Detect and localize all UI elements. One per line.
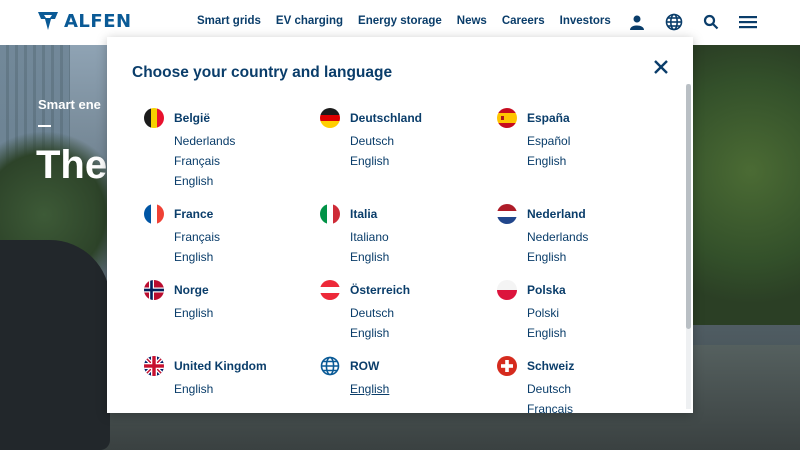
car-image [0,240,110,450]
language-link[interactable]: English [527,151,667,171]
alfen-logo[interactable]: ALFEN [37,10,132,32]
country-osterreich-header[interactable]: Österreich [320,280,490,300]
country-norge-header[interactable]: Norge [144,280,314,300]
country-espana-header[interactable]: España [497,108,667,128]
country-italia: Italia Italiano English [320,204,490,267]
poland-flag-icon [497,280,517,300]
nav-careers[interactable]: Careers [502,15,545,27]
country-osterreich: Österreich Deutsch English [320,280,490,343]
language-link[interactable]: Polski [527,303,667,323]
country-polska-header[interactable]: Polska [497,280,667,300]
country-name: Nederland [527,207,586,221]
language-link[interactable]: English [174,303,314,323]
austria-flag-icon [320,280,340,300]
language-link[interactable]: Français [527,399,667,413]
nav-news[interactable]: News [457,15,487,27]
country-deutschland-header[interactable]: Deutschland [320,108,490,128]
country-name: Polska [527,283,566,297]
language-link[interactable]: Español [527,131,667,151]
hero-divider [38,125,51,127]
search-icon[interactable] [701,12,721,32]
language-link[interactable]: English [174,379,314,399]
nav-investors[interactable]: Investors [560,15,611,27]
belgium-flag-icon [144,108,164,128]
language-link[interactable]: Français [174,151,314,171]
language-link[interactable]: Deutsch [350,131,490,151]
country-name: Österreich [350,283,411,297]
language-link[interactable]: Nederlands [527,227,667,247]
country-name: Norge [174,283,209,297]
country-norge: Norge English [144,280,314,323]
country-schweiz-header[interactable]: Schweiz [497,356,667,376]
header-icons [627,12,758,32]
country-deutschland: Deutschland Deutsch English [320,108,490,171]
country-row: ROW English [320,356,490,399]
country-name: Deutschland [350,111,423,125]
france-flag-icon [144,204,164,224]
spain-flag-icon [497,108,517,128]
nav-smart-grids[interactable]: Smart grids [197,15,261,27]
language-link[interactable]: Deutsch [527,379,667,399]
switzerland-flag-icon [497,356,517,376]
country-language-modal: Choose your country and language België … [107,37,693,413]
country-schweiz: Schweiz Deutsch Français [497,356,667,413]
language-link[interactable]: English [174,171,314,191]
country-france: France Français English [144,204,314,267]
main-nav: Smart grids EV charging Energy storage N… [197,15,611,27]
globe-icon [320,356,340,376]
country-nederland-header[interactable]: Nederland [497,204,667,224]
country-nederland: Nederland Nederlands English [497,204,667,267]
norway-flag-icon [144,280,164,300]
country-espana: España Español English [497,108,667,171]
language-link[interactable]: English [174,247,314,267]
nav-ev-charging[interactable]: EV charging [276,15,343,27]
country-name: België [174,111,211,125]
language-link[interactable]: English [350,323,490,343]
country-name: Italia [350,207,378,221]
uk-flag-icon [144,356,164,376]
language-link[interactable]: Italiano [350,227,490,247]
country-name: United Kingdom [174,359,267,373]
modal-title: Choose your country and language [132,64,393,81]
language-link[interactable]: English [350,247,490,267]
language-link[interactable]: Nederlands [174,131,314,151]
country-name: Schweiz [527,359,575,373]
hamburger-menu-icon[interactable] [738,12,758,32]
germany-flag-icon [320,108,340,128]
country-italia-header[interactable]: Italia [320,204,490,224]
hero-subtitle: Smart ene [38,97,101,112]
netherlands-flag-icon [497,204,517,224]
alfen-logo-icon [38,12,58,30]
hero-title: The [36,143,108,187]
country-belgie-header[interactable]: België [144,108,314,128]
country-row-header[interactable]: ROW [320,356,490,376]
language-link[interactable]: English [527,247,667,267]
country-united-kingdom: United Kingdom English [144,356,314,399]
country-polska: Polska Polski English [497,280,667,343]
trees-right-image [690,45,800,325]
country-name: ROW [350,359,380,373]
language-link[interactable]: English [350,379,490,399]
nav-energy-storage[interactable]: Energy storage [358,15,442,27]
country-name: France [174,207,214,221]
language-link[interactable]: Français [174,227,314,247]
country-united-kingdom-header[interactable]: United Kingdom [144,356,314,376]
brand-name: ALFEN [64,10,132,32]
language-link[interactable]: English [350,151,490,171]
country-france-header[interactable]: France [144,204,314,224]
globe-icon[interactable] [664,12,684,32]
language-link[interactable]: Deutsch [350,303,490,323]
language-link[interactable]: English [527,323,667,343]
close-icon[interactable] [651,57,671,77]
scrollbar-thumb[interactable] [686,84,691,329]
italy-flag-icon [320,204,340,224]
country-belgie: België Nederlands Français English [144,108,314,191]
user-icon[interactable] [627,12,647,32]
country-name: España [527,111,570,125]
